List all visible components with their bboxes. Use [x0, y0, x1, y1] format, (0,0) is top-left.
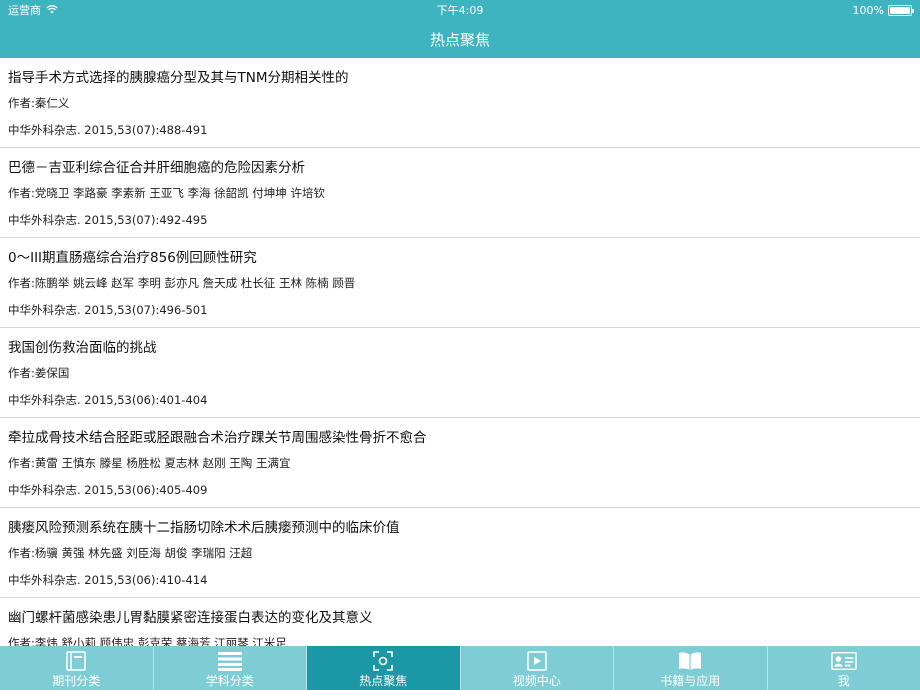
- article-source: 中华外科杂志. 2015,53(07):492-495: [8, 213, 208, 227]
- article-title: 巴德－吉亚利综合征合并肝细胞癌的危险因素分析: [8, 160, 305, 176]
- nav-bar: 热点聚焦: [0, 20, 920, 58]
- tab-video-center[interactable]: 视频中心: [461, 646, 614, 690]
- profile-card-icon: [830, 650, 857, 672]
- tab-subject-categories[interactable]: 学科分类: [154, 646, 307, 690]
- list-item[interactable]: 胰瘘风险预测系统在胰十二指肠切除术术后胰瘘预测中的临床价值 作者:杨骥 黄强 林…: [0, 508, 920, 598]
- article-source: 中华外科杂志. 2015,53(06):405-409: [8, 483, 208, 497]
- list-item[interactable]: 我国创伤救治面临的挑战 作者:姜保国 中华外科杂志. 2015,53(06):4…: [0, 328, 920, 418]
- article-authors: 作者:秦仁义: [8, 96, 70, 110]
- tab-label: 视频中心: [512, 674, 561, 688]
- video-icon: [524, 650, 550, 672]
- book-icon: [63, 650, 89, 672]
- article-authors: 作者:杨骥 黄强 林先盛 刘臣海 胡俊 李瑞阳 汪超: [8, 546, 253, 560]
- article-title: 幽门螺杆菌感染患儿胃黏膜紧密连接蛋白表达的变化及其意义: [8, 610, 373, 626]
- status-left: 运营商: [8, 2, 308, 18]
- list-icon: [217, 650, 243, 672]
- article-source: 中华外科杂志. 2015,53(07):496-501: [8, 303, 208, 317]
- tab-me[interactable]: 我: [768, 646, 920, 690]
- article-title: 牵拉成骨技术结合胫距或胫跟融合术治疗踝关节周围感染性骨折不愈合: [8, 430, 427, 446]
- list-item[interactable]: 巴德－吉亚利综合征合并肝细胞癌的危险因素分析 作者:党晓卫 李路豪 李素新 王亚…: [0, 148, 920, 238]
- carrier-label: 运营商: [8, 4, 41, 17]
- article-title: 0～III期直肠癌综合治疗856例回顾性研究: [8, 250, 257, 266]
- tab-books-apps[interactable]: 书籍与应用: [614, 646, 768, 690]
- tab-journal-categories[interactable]: 期刊分类: [0, 646, 154, 690]
- tab-bar: 期刊分类 学科分类 热点聚焦 视频中心 书籍与应用 我: [0, 646, 920, 690]
- article-source: 中华外科杂志. 2015,53(07):488-491: [8, 123, 208, 137]
- status-bar: 运营商 下午4:09 100%: [0, 0, 920, 20]
- tab-label: 学科分类: [205, 674, 254, 688]
- open-book-icon: [677, 650, 703, 672]
- status-time: 下午4:09: [436, 4, 484, 17]
- list-item[interactable]: 0～III期直肠癌综合治疗856例回顾性研究 作者:陈鹏举 姚云峰 赵军 李明 …: [0, 238, 920, 328]
- article-authors: 作者:李炜 舒小莉 顾伟忠 彭克荣 蔡海芳 江丽琴 江米足: [8, 636, 287, 646]
- article-title: 我国创伤救治面临的挑战: [8, 340, 157, 356]
- article-authors: 作者:黄雷 王慎东 滕星 杨胜松 夏志林 赵刚 王陶 王满宜: [8, 456, 291, 470]
- wifi-icon: [46, 4, 58, 17]
- article-authors: 作者:党晓卫 李路豪 李素新 王亚飞 李海 徐韶凯 付坤坤 许培钦: [8, 186, 325, 200]
- article-title: 胰瘘风险预测系统在胰十二指肠切除术术后胰瘘预测中的临床价值: [8, 520, 400, 536]
- article-authors: 作者:陈鹏举 姚云峰 赵军 李明 彭亦凡 詹天成 杜长征 王林 陈楠 顾晋: [8, 276, 356, 290]
- article-title: 指导手术方式选择的胰腺癌分型及其与TNM分期相关性的: [8, 70, 349, 86]
- battery-icon: [888, 4, 914, 16]
- tab-label: 热点聚焦: [359, 674, 408, 688]
- page-title: 热点聚焦: [429, 30, 490, 49]
- battery-fill: [890, 6, 910, 14]
- tab-label: 期刊分类: [52, 674, 101, 688]
- article-authors: 作者:姜保国: [8, 366, 70, 380]
- list-item[interactable]: 幽门螺杆菌感染患儿胃黏膜紧密连接蛋白表达的变化及其意义 作者:李炜 舒小莉 顾伟…: [0, 598, 920, 646]
- list-item[interactable]: 牵拉成骨技术结合胫距或胫跟融合术治疗踝关节周围感染性骨折不愈合 作者:黄雷 王慎…: [0, 418, 920, 508]
- article-source: 中华外科杂志. 2015,53(06):401-404: [8, 393, 208, 407]
- tab-hot-topics[interactable]: 热点聚焦: [307, 646, 461, 690]
- tab-label: 书籍与应用: [660, 674, 721, 688]
- status-right: 100%: [612, 3, 914, 17]
- article-list[interactable]: 指导手术方式选择的胰腺癌分型及其与TNM分期相关性的 作者:秦仁义 中华外科杂志…: [0, 58, 920, 646]
- focus-icon: [370, 650, 396, 672]
- list-item[interactable]: 指导手术方式选择的胰腺癌分型及其与TNM分期相关性的 作者:秦仁义 中华外科杂志…: [0, 58, 920, 148]
- article-source: 中华外科杂志. 2015,53(06):410-414: [8, 573, 208, 587]
- tab-label: 我: [837, 674, 850, 688]
- battery-percent: 100%: [852, 3, 884, 17]
